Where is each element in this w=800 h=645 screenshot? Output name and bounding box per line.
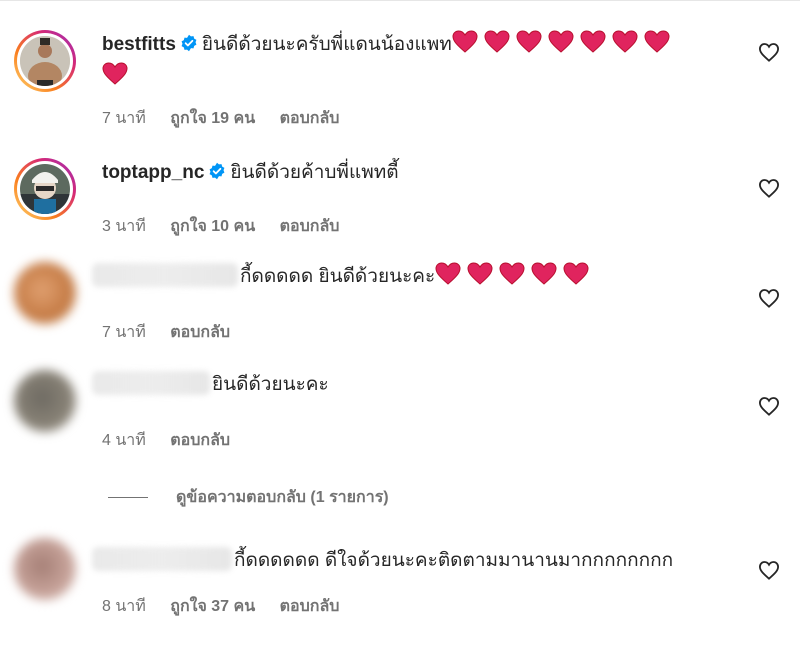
blurred-username[interactable]	[92, 547, 232, 571]
red-heart-emoji-icon	[435, 262, 461, 285]
avatar[interactable]	[14, 538, 76, 600]
heart-outline-icon[interactable]	[758, 396, 780, 416]
red-heart-emoji-icon	[644, 30, 670, 53]
reply-button[interactable]: ตอบกลับ	[280, 218, 340, 235]
comment-body: กี้ดดดดดด ดีใจด้วยนะคะติดตามมานานมากกกกก…	[92, 546, 722, 576]
heart-outline-icon[interactable]	[758, 42, 780, 62]
comment-text: ยินดีด้วยค้าบพี่แพทตี้	[230, 162, 399, 183]
comment-meta: 7 นาที ตอบกลับ	[102, 320, 250, 345]
comment-body: bestfitts ยินดีด้วยนะครับพี่แดนน้องแพท	[102, 30, 732, 92]
reply-button[interactable]: ตอบกลับ	[170, 324, 230, 341]
like-count[interactable]: ถูกใจ 10 คน	[170, 218, 255, 235]
avatar[interactable]	[14, 262, 76, 324]
comment-meta: 4 นาที ตอบกลับ	[102, 428, 250, 453]
like-count[interactable]: ถูกใจ 19 คน	[170, 110, 255, 127]
view-replies-label: ดูข้อความตอบกลับ (1 รายการ)	[176, 489, 389, 506]
red-heart-emoji-icon	[612, 30, 638, 53]
red-heart-emoji-icon	[531, 262, 557, 285]
reply-button[interactable]: ตอบกลับ	[280, 598, 340, 615]
red-heart-emoji-icon	[499, 262, 525, 285]
reply-button[interactable]: ตอบกลับ	[280, 110, 340, 127]
red-heart-emoji-icon	[102, 62, 128, 85]
replies-divider-line	[108, 497, 148, 499]
red-heart-emoji-icon	[563, 262, 589, 285]
view-replies-button[interactable]: ดูข้อความตอบกลับ (1 รายการ)	[108, 485, 389, 510]
heart-emojis	[435, 262, 595, 287]
avatar[interactable]	[14, 370, 76, 432]
red-heart-emoji-icon	[580, 30, 606, 53]
avatar-photo	[20, 36, 70, 86]
heart-outline-icon[interactable]	[758, 288, 780, 308]
comment-body: ยินดีด้วยนะคะ	[92, 370, 722, 400]
comment-meta: 7 นาที ถูกใจ 19 คน ตอบกลับ	[102, 106, 359, 131]
red-heart-emoji-icon	[452, 30, 478, 53]
comment-body: toptapp_nc ยินดีด้วยค้าบพี่แพทตี้	[102, 158, 732, 190]
comment-text: ยินดีด้วยนะครับพี่แดนน้องแพท	[201, 34, 452, 55]
comment-time: 3 นาที	[102, 218, 146, 235]
blurred-username[interactable]	[92, 263, 238, 287]
heart-outline-icon[interactable]	[758, 178, 780, 198]
like-count[interactable]: ถูกใจ 37 คน	[170, 598, 255, 615]
red-heart-emoji-icon	[484, 30, 510, 53]
avatar[interactable]	[14, 158, 76, 220]
comment-time: 4 นาที	[102, 432, 146, 449]
red-heart-emoji-icon	[548, 30, 574, 53]
blurred-username[interactable]	[92, 371, 210, 395]
comment-text: กี้ดดดดด ยินดีด้วยนะคะ	[240, 266, 436, 287]
top-divider	[0, 0, 800, 1]
red-heart-emoji-icon	[516, 30, 542, 53]
verified-badge-icon	[180, 32, 198, 62]
avatar[interactable]	[14, 30, 76, 92]
comment-meta: 8 นาที ถูกใจ 37 คน ตอบกลับ	[102, 594, 359, 619]
comment-username[interactable]: bestfitts	[102, 34, 176, 55]
comment-body: กี้ดดดดด ยินดีด้วยนะคะ	[92, 262, 722, 292]
reply-button[interactable]: ตอบกลับ	[170, 432, 230, 449]
comment-username[interactable]: toptapp_nc	[102, 162, 204, 183]
comment-time: 7 นาที	[102, 110, 146, 127]
comment-text: กี้ดดดดดด ดีใจด้วยนะคะติดตามมานานมากกกกก…	[234, 550, 674, 571]
avatar-photo	[20, 164, 70, 214]
comment-text: ยินดีด้วยนะคะ	[212, 374, 329, 395]
verified-badge-icon	[208, 160, 226, 190]
red-heart-emoji-icon	[467, 262, 493, 285]
heart-outline-icon[interactable]	[758, 560, 780, 580]
comment-time: 8 นาที	[102, 598, 146, 615]
comment-time: 7 นาที	[102, 324, 146, 341]
comment-meta: 3 นาที ถูกใจ 10 คน ตอบกลับ	[102, 214, 359, 239]
